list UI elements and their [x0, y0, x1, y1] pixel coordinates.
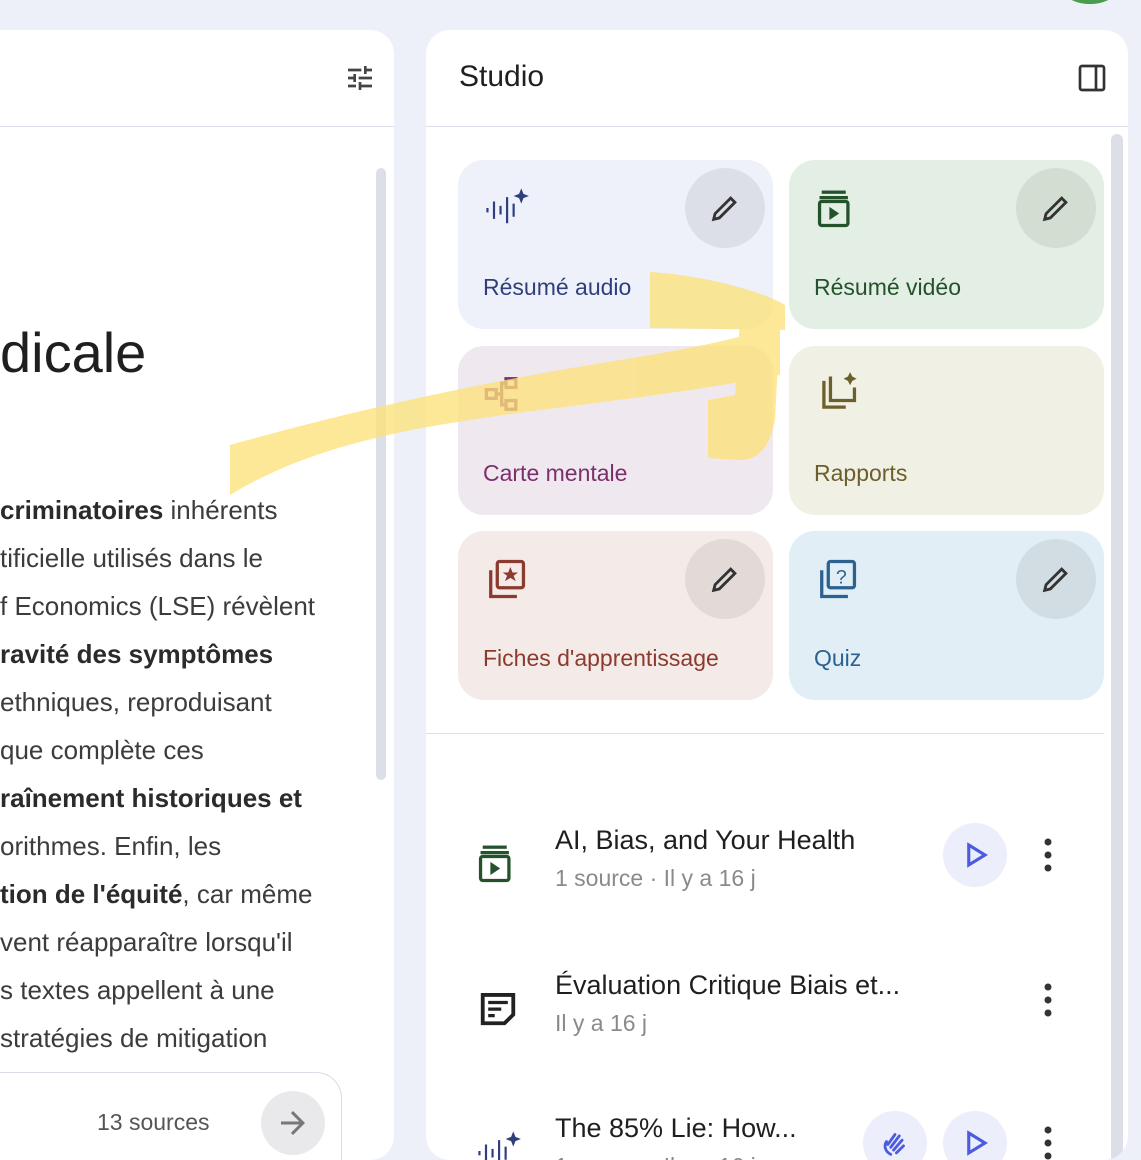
- summary-line: vent réapparaître lorsqu'il: [0, 918, 360, 966]
- divider: [426, 733, 1104, 734]
- customize-button[interactable]: [685, 168, 765, 248]
- studio-card-flashcards[interactable]: Fiches d'apprentissage: [458, 531, 773, 700]
- hand-wave-icon: [883, 1133, 905, 1156]
- summary-line: ethniques, reproduisant: [0, 678, 360, 726]
- scrollbar[interactable]: [376, 168, 386, 780]
- studio-card-video-overview[interactable]: Résumé vidéo: [789, 160, 1104, 329]
- audio-overview-icon: [486, 188, 529, 224]
- bold-text: criminatoires: [0, 495, 164, 525]
- customize-button[interactable]: [1016, 168, 1096, 248]
- quiz-icon: ?: [820, 559, 857, 599]
- text: stratégies de mitigation: [0, 1023, 268, 1053]
- pencil-icon: [711, 567, 737, 593]
- text: vent réapparaître lorsqu'il: [0, 927, 293, 957]
- studio-card-reports[interactable]: Rapports: [789, 346, 1104, 515]
- studio-card-quiz[interactable]: ? Quiz: [789, 531, 1104, 700]
- text: orithmes. Enfin, les: [0, 831, 222, 861]
- scrollbar[interactable]: [1111, 134, 1123, 1160]
- bold-text: tion de l'équité: [0, 879, 183, 909]
- customize-button[interactable]: [685, 539, 765, 619]
- svg-text:?: ?: [836, 566, 847, 588]
- bold-text: ravité des symptômes: [0, 639, 274, 669]
- flashcards-icon: [489, 559, 526, 599]
- studio-note-item[interactable]: AI, Bias, and Your Health 1 source · Il …: [426, 815, 1106, 915]
- card-label: Résumé vidéo: [814, 274, 962, 300]
- text: tificielle utilisés dans le: [0, 543, 264, 573]
- studio-header: Studio: [426, 30, 1128, 127]
- pencil-icon: [1042, 567, 1068, 593]
- customize-button[interactable]: [1016, 539, 1096, 619]
- studio-note-item[interactable]: The 85% Lie: How... 1 source · Il y a 16…: [426, 1103, 1106, 1160]
- mind-map-icon: [484, 377, 518, 411]
- send-button[interactable]: [261, 1091, 325, 1155]
- summary-line: que complète ces: [0, 726, 360, 774]
- note-icon: [480, 993, 516, 1026]
- text: f Economics (LSE) révèlent: [0, 591, 316, 621]
- play-icon: [967, 842, 988, 868]
- text: ethniques, reproduisant: [0, 687, 272, 717]
- pencil-icon: [711, 196, 737, 222]
- summary-line: orithmes. Enfin, les: [0, 822, 360, 870]
- interactive-mode-button[interactable]: [863, 1111, 927, 1160]
- summary-line: raînement historiques et: [0, 774, 360, 822]
- studio-note-item[interactable]: Évaluation Critique Biais et... Il y a 1…: [426, 960, 1106, 1060]
- studio-panel: Studio Résumé audio Résumé vidéo Carte men…: [426, 30, 1128, 1160]
- note-title: dicale: [0, 321, 147, 384]
- more-options-icon[interactable]: [1038, 982, 1058, 1018]
- summary-text: criminatoires inhérents tificielle utilis…: [0, 486, 360, 1062]
- item-title: AI, Bias, and Your Health: [555, 825, 856, 855]
- card-label: Rapports: [814, 460, 908, 486]
- play-button[interactable]: [943, 823, 1007, 887]
- studio-card-audio-overview[interactable]: Résumé audio: [458, 160, 773, 329]
- text: que complète ces: [0, 735, 204, 765]
- card-label: Fiches d'apprentissage: [483, 645, 719, 671]
- studio-card-mind-map[interactable]: Carte mentale: [458, 346, 773, 515]
- audio-overview-icon: [478, 1131, 521, 1160]
- user-avatar[interactable]: [1058, 0, 1122, 4]
- summary-line: criminatoires inhérents: [0, 486, 360, 534]
- play-button[interactable]: [943, 1111, 1007, 1160]
- arrow-right-icon: [281, 1111, 305, 1135]
- video-overview-icon: [817, 190, 850, 228]
- studio-title: Studio: [459, 60, 545, 93]
- text: , car même: [182, 879, 313, 909]
- card-label: Quiz: [814, 645, 862, 671]
- summary-line: tificielle utilisés dans le: [0, 534, 360, 582]
- summary-line: stratégies de mitigation: [0, 1014, 360, 1062]
- card-label: Résumé audio: [483, 274, 632, 300]
- item-meta: 1 source · Il y a 16 j: [555, 1153, 756, 1160]
- item-meta: Il y a 16 j: [555, 1010, 648, 1036]
- text: s textes appellent à une: [0, 975, 275, 1005]
- card-label: Carte mentale: [483, 460, 628, 486]
- item-title: The 85% Lie: How...: [555, 1113, 797, 1143]
- sources-count: 13 sources: [97, 1109, 210, 1135]
- collapse-panel-icon[interactable]: [1076, 62, 1108, 94]
- video-overview-icon: [478, 845, 511, 883]
- pencil-icon: [1042, 196, 1068, 222]
- summary-line: tion de l'équité, car même: [0, 870, 360, 918]
- play-icon: [967, 1130, 988, 1156]
- summary-line: ravité des symptômes: [0, 630, 360, 678]
- item-title: Évaluation Critique Biais et...: [555, 970, 901, 1000]
- summary-line: s textes appellent à une: [0, 966, 360, 1014]
- bold-text: raînement historiques et: [0, 783, 302, 813]
- more-options-icon[interactable]: [1038, 837, 1058, 873]
- chat-input[interactable]: 13 sources: [0, 1072, 342, 1160]
- item-meta: 1 source · Il y a 16 j: [555, 865, 756, 891]
- summary-line: f Economics (LSE) révèlent: [0, 582, 360, 630]
- text: inhérents: [163, 495, 278, 525]
- reports-icon: [822, 372, 857, 409]
- more-options-icon[interactable]: [1038, 1125, 1058, 1160]
- chat-header: [0, 30, 394, 127]
- tune-settings-icon[interactable]: [344, 62, 376, 94]
- sources-chat-panel: dicale criminatoires inhérents tificielle…: [0, 30, 394, 1160]
